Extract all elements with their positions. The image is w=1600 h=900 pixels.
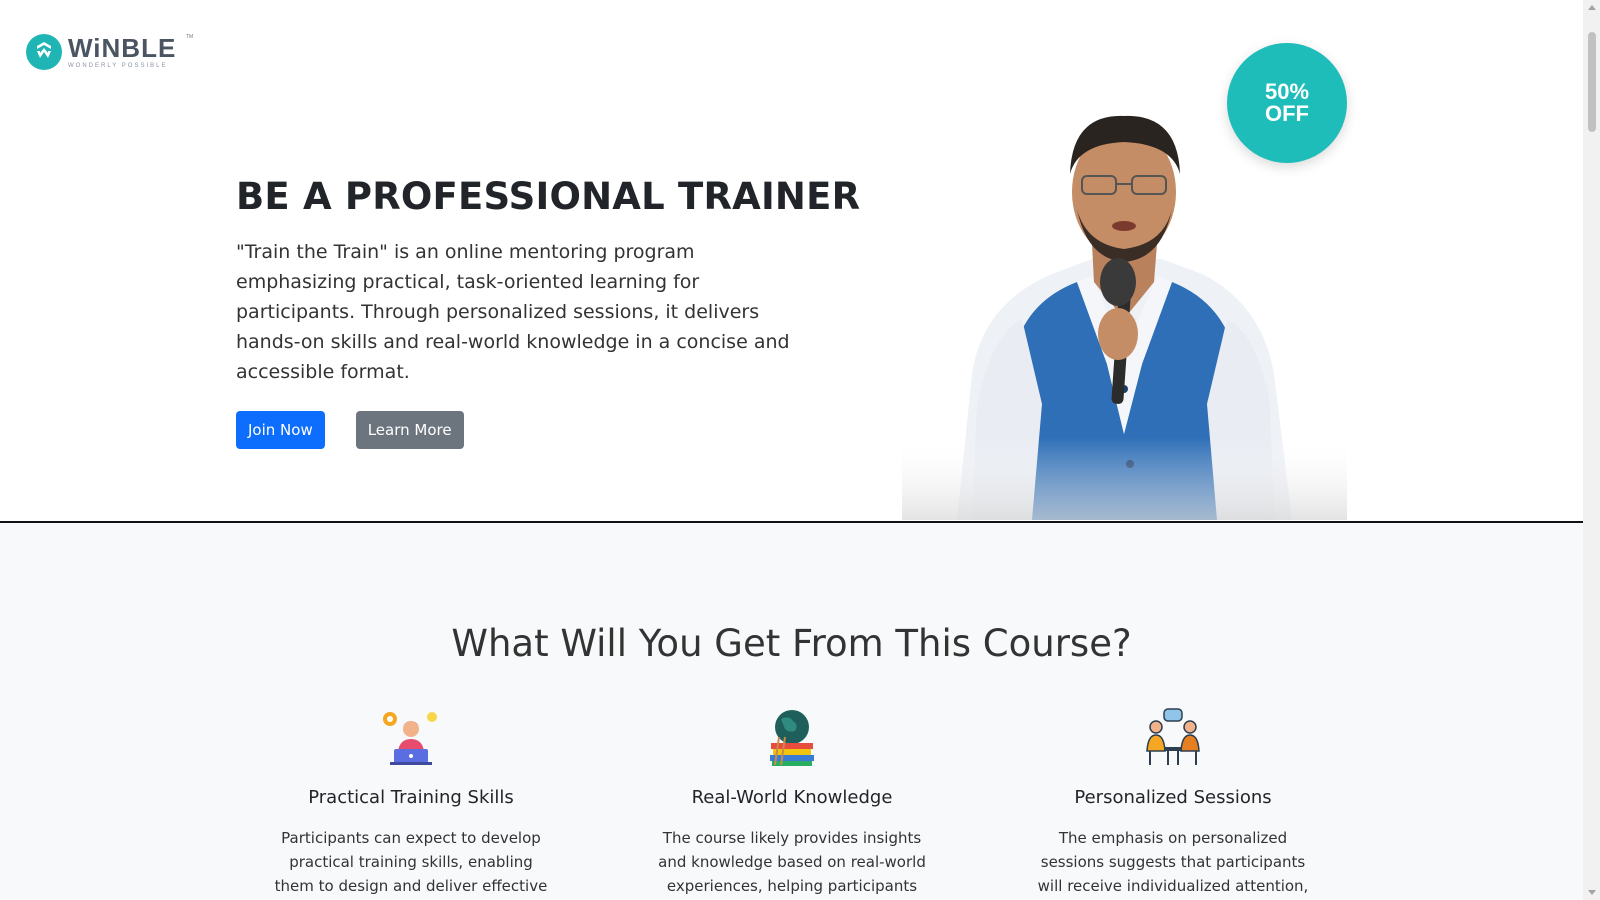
feature-card: Real-World Knowledge The course likely p… bbox=[632, 707, 952, 898]
feature-description: The course likely provides insights and … bbox=[658, 829, 926, 895]
scroll-down-icon[interactable] bbox=[1588, 890, 1596, 895]
globe-books-icon bbox=[770, 710, 814, 766]
conversation-icon bbox=[1146, 708, 1200, 765]
join-now-button[interactable]: Join Now bbox=[236, 411, 325, 450]
hero-trainer-image bbox=[902, 104, 1347, 520]
feature-description: Participants can expect to develop pract… bbox=[274, 829, 548, 895]
badge-off: OFF bbox=[1264, 101, 1309, 126]
feature-card: Practical Training Skills Participants c… bbox=[251, 707, 571, 900]
features-title: What Will You Get From This Course? bbox=[451, 622, 1132, 665]
page-scrollbar[interactable] bbox=[1583, 0, 1600, 900]
scrollbar-thumb[interactable] bbox=[1588, 32, 1596, 132]
feature-card: Personalized Sessions The emphasis on pe… bbox=[1013, 707, 1333, 900]
brand-tagline: WONDERLY POSSIBLE bbox=[68, 63, 168, 69]
hero-buttons: Join Now Learn More bbox=[236, 411, 816, 450]
badge-percent: 50% bbox=[1264, 79, 1310, 104]
feature-title: Practical Training Skills bbox=[308, 787, 514, 808]
trainer-laptop-icon bbox=[383, 712, 437, 765]
features-section: What Will You Get From This Course? Prac… bbox=[0, 523, 1583, 900]
hero-description: "Train the Train" is an online mentoring… bbox=[236, 241, 790, 384]
feature-title: Personalized Sessions bbox=[1074, 787, 1272, 808]
scroll-up-icon[interactable] bbox=[1588, 5, 1596, 10]
discount-badge: 50% OFF bbox=[1227, 43, 1347, 163]
logo-mark-icon bbox=[26, 34, 62, 70]
hero-content: BE A PROFESSIONAL TRAINER "Train the Tra… bbox=[236, 175, 861, 450]
brand-name: WiNBLE bbox=[68, 33, 177, 63]
hero-title: BE A PROFESSIONAL TRAINER bbox=[236, 175, 861, 218]
feature-title: Real-World Knowledge bbox=[691, 787, 893, 808]
brand-logo[interactable]: WiNBLE WONDERLY POSSIBLE TM bbox=[26, 33, 193, 70]
feature-description: The emphasis on personalized sessions su… bbox=[1037, 829, 1309, 895]
learn-more-button[interactable]: Learn More bbox=[355, 411, 464, 450]
trademark-mark: TM bbox=[186, 34, 194, 40]
